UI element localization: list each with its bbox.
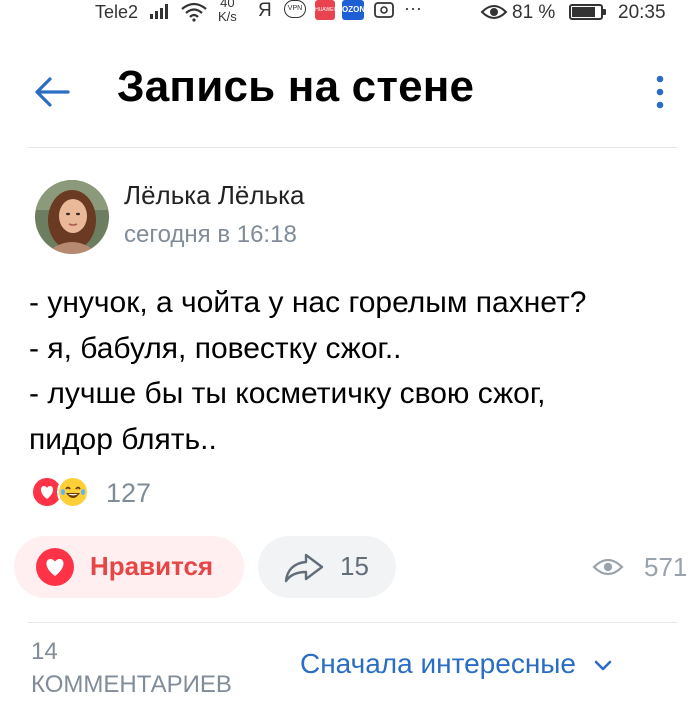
- vpn-icon: VPN: [284, 0, 306, 18]
- yandex-icon: Я: [258, 0, 272, 21]
- post-text-line: - я, бабуля, повестку сжог..: [29, 331, 402, 365]
- page-title: Запись на стене: [117, 62, 475, 111]
- more-vertical-icon: [656, 75, 664, 109]
- post-text-line: - унучок, а чойта у нас горелым пахнет?: [29, 286, 587, 319]
- share-count: 15: [340, 551, 369, 581]
- eye-icon: [592, 556, 624, 583]
- share-arrow-icon: [282, 551, 326, 588]
- share-button[interactable]: 15: [258, 536, 396, 598]
- comments-label: КОММЕНТАРИЕВ: [31, 671, 232, 698]
- eye-comfort-icon: [480, 2, 508, 27]
- back-button[interactable]: [30, 70, 74, 114]
- chevron-down-icon: [594, 660, 612, 670]
- heart-icon: [36, 548, 74, 586]
- more-menu-button[interactable]: [650, 72, 670, 112]
- avatar[interactable]: [35, 180, 109, 254]
- post-text-line: пидор блять..: [29, 422, 217, 456]
- status-bar: Tele2 40 K/s Я VPN HUAWEI OZON ··· 81 % 2…: [0, 0, 700, 30]
- laughing-emoji-icon: [57, 476, 89, 508]
- post-text-line: - лучше бы ты косметичку свою сжог,: [29, 377, 546, 410]
- wifi-icon: [180, 2, 208, 27]
- like-label: Нравится: [90, 551, 214, 581]
- header-divider: [28, 147, 678, 148]
- comments-count: 14 КОММЕНТАРИЕВ: [31, 635, 232, 701]
- views-count: 571: [644, 552, 688, 582]
- comments-sort-button[interactable]: Сначала интересные: [300, 648, 612, 680]
- actions-divider: [28, 622, 678, 623]
- clock: 20:35: [618, 2, 666, 23]
- app-notification-icon: [372, 0, 396, 20]
- app-header: Запись на стене: [0, 40, 700, 145]
- signal-icon: [150, 3, 168, 19]
- avatar-photo: [35, 180, 109, 254]
- comments-number: 14: [31, 638, 58, 665]
- like-button[interactable]: Нравится: [14, 536, 244, 598]
- arrow-left-icon: [35, 77, 70, 107]
- huawei-app-icon: HUAWEI: [315, 0, 335, 20]
- battery-percent: 81 %: [512, 2, 556, 23]
- battery-fill: [572, 7, 595, 17]
- author-name[interactable]: Лёлька Лёлька: [124, 180, 305, 211]
- carrier-label: Tele2: [95, 2, 139, 22]
- more-notifications-icon: ···: [404, 0, 422, 18]
- network-speed: 40 K/s: [218, 0, 237, 24]
- reactions-count: 127: [106, 478, 152, 508]
- sort-label: Сначала интересные: [300, 648, 576, 679]
- post-text: - унучок, а чойта у нас горелым пахнет? …: [29, 280, 694, 462]
- post-time: сегодня в 16:18: [124, 221, 297, 248]
- battery-icon: [569, 4, 606, 20]
- speed-unit: K/s: [218, 9, 237, 24]
- ozon-app-icon: OZON: [342, 0, 365, 20]
